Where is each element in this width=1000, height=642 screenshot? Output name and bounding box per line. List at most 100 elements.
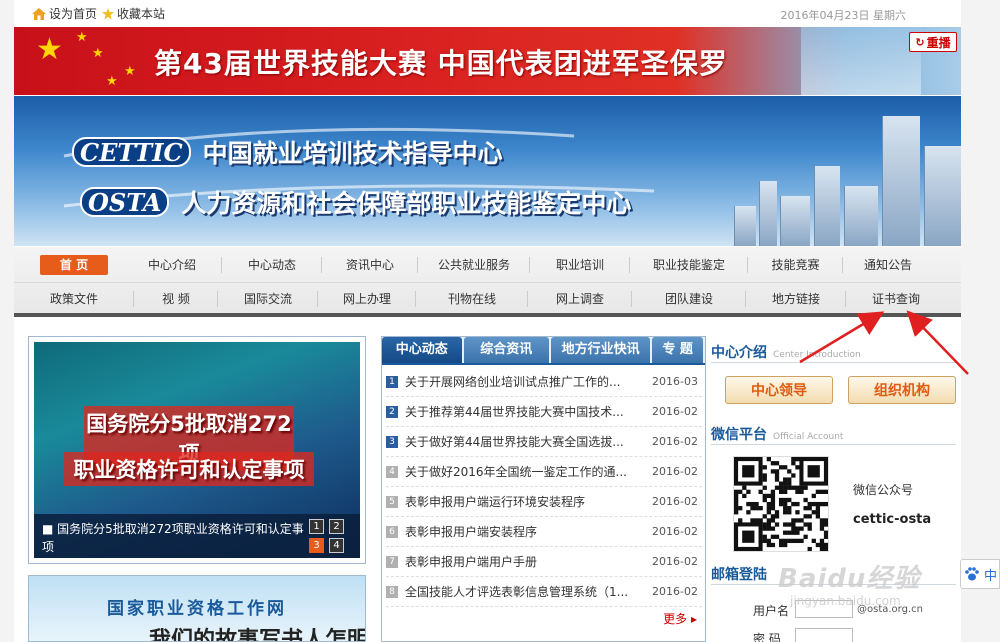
cettic-title: 中国就业培训技术指导中心 <box>202 139 503 168</box>
news-title: 表彰申报用户端用户手册 <box>405 555 538 569</box>
divider <box>711 444 956 445</box>
news-item[interactable]: 6 表彰申报用户端安装程序 2016-02 <box>386 517 702 547</box>
news-number: 7 <box>386 555 398 568</box>
nav-policy-docs[interactable]: 政策文件 <box>14 289 134 309</box>
paw-icon <box>965 567 979 581</box>
nav-skill-competition[interactable]: 技能竞赛 <box>748 255 843 275</box>
news-date: 2016-02 <box>652 585 698 598</box>
slide-page-1[interactable]: 1 <box>309 519 324 534</box>
arrow-right-icon: ▸ <box>690 612 697 626</box>
wechat-heading: 微信平台 Official Account <box>711 424 843 444</box>
set-home-label: 设为首页 <box>49 7 98 21</box>
news-date: 2016-02 <box>652 555 698 568</box>
set-home-link[interactable]: 设为首页 <box>32 5 97 22</box>
news-item[interactable]: 5 表彰申报用户端运行环境安装程序 2016-02 <box>386 487 702 517</box>
slide-page-4[interactable]: 4 <box>329 538 344 553</box>
nav-row-1: 首 页 中心介绍 中心动态 资讯中心 公共就业服务 职业培训 职业技能鉴定 技能… <box>14 248 961 281</box>
promo-banner[interactable]: 国家职业资格工作网 我们的故事写书人怎明了 <box>28 575 366 642</box>
nav-skill-appraisal[interactable]: 职业技能鉴定 <box>630 255 748 275</box>
main-navigation: 首 页 中心介绍 中心动态 资讯中心 公共就业服务 职业培训 职业技能鉴定 技能… <box>14 247 961 317</box>
news-title: 关于开展网络创业培训试点推广工作的... <box>405 375 621 389</box>
news-item[interactable]: 1 关于开展网络创业培训试点推广工作的... 2016-03 <box>386 367 702 397</box>
news-title: 关于推荐第44届世界技能大赛中国技术... <box>405 405 624 419</box>
skyline-building <box>780 196 810 246</box>
nav-info-center[interactable]: 资讯中心 <box>322 255 418 275</box>
bookmark-label: 收藏本站 <box>117 7 166 21</box>
banner-headline: 第43届世界技能大赛 中国代表团进军圣保罗 <box>154 47 728 80</box>
replay-button[interactable]: ↻ 重播 <box>909 32 957 52</box>
nav-center-intro[interactable]: 中心介绍 <box>122 255 222 275</box>
skyline-building <box>844 186 878 246</box>
news-item[interactable]: 4 关于做好2016年全国统一鉴定工作的通... 2016-02 <box>386 457 702 487</box>
nav-video[interactable]: 视 频 <box>134 289 218 309</box>
nav-journal-online[interactable]: 刊物在线 <box>416 289 528 309</box>
floating-side-button[interactable]: 中 <box>960 559 1000 589</box>
news-item[interactable]: 8 全国技能人才评选表彰信息管理系统（1... 2016-02 <box>386 577 702 607</box>
tab-general-info[interactable]: 综合资讯 <box>463 337 549 363</box>
news-item[interactable]: 7 表彰申报用户端用户手册 2016-02 <box>386 547 702 577</box>
news-panel: 中心动态 综合资讯 地方行业快讯 专 题 1 关于开展网络创业培训试点推广工作的.… <box>381 336 706 642</box>
divider <box>711 362 956 363</box>
flag-star-icon: ★ <box>76 30 88 45</box>
wechat-qr-code <box>733 456 829 552</box>
nav-center-news[interactable]: 中心动态 <box>222 255 322 275</box>
skyline-tower <box>882 116 920 246</box>
slide-caption-bar: ■ 国务院分5批取消272项职业资格许可和认定事项 1 2 3 4 <box>34 514 360 558</box>
bookmark-link[interactable]: 收藏本站 <box>102 5 165 22</box>
news-number: 2 <box>386 405 398 418</box>
star-icon <box>102 7 114 19</box>
news-date: 2016-02 <box>652 435 698 448</box>
news-tabs: 中心动态 综合资讯 地方行业快讯 专 题 <box>382 337 705 365</box>
center-leaders-button[interactable]: 中心领导 <box>725 376 833 404</box>
more-link[interactable]: 更多 ▸ <box>663 610 697 627</box>
news-title: 全国技能人才评选表彰信息管理系统（1... <box>405 585 629 599</box>
cettic-logo: CETTIC <box>72 137 191 167</box>
tab-local-industry[interactable]: 地方行业快讯 <box>550 337 651 363</box>
flag-star-icon: ★ <box>124 64 136 79</box>
top-banner[interactable]: ★ ★ ★ ★ ★ 第43届世界技能大赛 中国代表团进军圣保罗 ↻ 重播 <box>14 27 961 95</box>
promo-title: 国家职业资格工作网 <box>107 599 287 619</box>
nav-certificate-query[interactable]: 证书查询 <box>846 289 946 309</box>
nav-online-survey[interactable]: 网上调查 <box>528 289 632 309</box>
news-number: 5 <box>386 495 398 508</box>
osta-title: 人力资源和社会保障部职业技能鉴定中心 <box>181 189 632 218</box>
news-date: 2016-02 <box>652 405 698 418</box>
news-number: 3 <box>386 435 398 448</box>
tab-special[interactable]: 专 题 <box>652 337 703 363</box>
nav-international[interactable]: 国际交流 <box>218 289 318 309</box>
news-number: 1 <box>386 375 398 388</box>
news-number: 4 <box>386 465 398 478</box>
nav-notices[interactable]: 通知公告 <box>843 255 933 275</box>
slide-page-3[interactable]: 3 <box>309 538 324 553</box>
replay-icon: ↻ <box>915 35 925 49</box>
slide-page-2[interactable]: 2 <box>329 519 344 534</box>
news-item[interactable]: 3 关于做好第44届世界技能大赛全国选拔... 2016-02 <box>386 427 702 457</box>
nav-online-service[interactable]: 网上办理 <box>318 289 416 309</box>
nav-vocational-training[interactable]: 职业培训 <box>530 255 630 275</box>
tab-center-news[interactable]: 中心动态 <box>382 337 462 363</box>
nav-team-building[interactable]: 团队建设 <box>632 289 746 309</box>
masthead-line-1: CETTIC 中国就业培训技术指导中心 <box>72 134 503 170</box>
organization-button[interactable]: 组织机构 <box>848 376 956 404</box>
masthead: CETTIC 中国就业培训技术指导中心 OSTA 人力资源和社会保障部职业技能鉴… <box>14 96 961 246</box>
flag-star-icon: ★ <box>36 32 63 67</box>
baidu-watermark: Baidu经验 <box>778 564 921 594</box>
slide-caption[interactable]: ■ 国务院分5批取消272项职业资格许可和认定事项 <box>42 520 307 556</box>
promo-subtitle: 我们的故事写书人怎明了 <box>149 628 365 642</box>
page-wrapper: 设为首页 收藏本站 2016年04月23日 星期六 ★ ★ ★ ★ ★ 第43届… <box>14 0 961 642</box>
wechat-title-en: Official Account <box>773 432 844 442</box>
username-label: 用户名 <box>753 604 790 618</box>
nav-home[interactable]: 首 页 <box>40 254 108 275</box>
news-title: 表彰申报用户端运行环境安装程序 <box>405 495 586 509</box>
qr-code-icon <box>734 457 829 552</box>
slide-headline-2: 职业资格许可和认定事项 <box>64 452 314 486</box>
nav-public-employment[interactable]: 公共就业服务 <box>418 255 530 275</box>
osta-logo: OSTA <box>80 187 170 217</box>
news-item[interactable]: 2 关于推荐第44届世界技能大赛中国技术... 2016-02 <box>386 397 702 427</box>
nav-local-links[interactable]: 地方链接 <box>746 289 846 309</box>
password-input[interactable] <box>795 628 853 642</box>
top-bar: 设为首页 收藏本站 2016年04月23日 星期六 <box>14 0 961 27</box>
news-date: 2016-02 <box>652 525 698 538</box>
focus-slideshow: 国务院分5批取消272项 职业资格许可和认定事项 ■ 国务院分5批取消272项职… <box>28 336 366 564</box>
baidu-watermark-url: jingyan.baidu.com <box>790 594 901 608</box>
